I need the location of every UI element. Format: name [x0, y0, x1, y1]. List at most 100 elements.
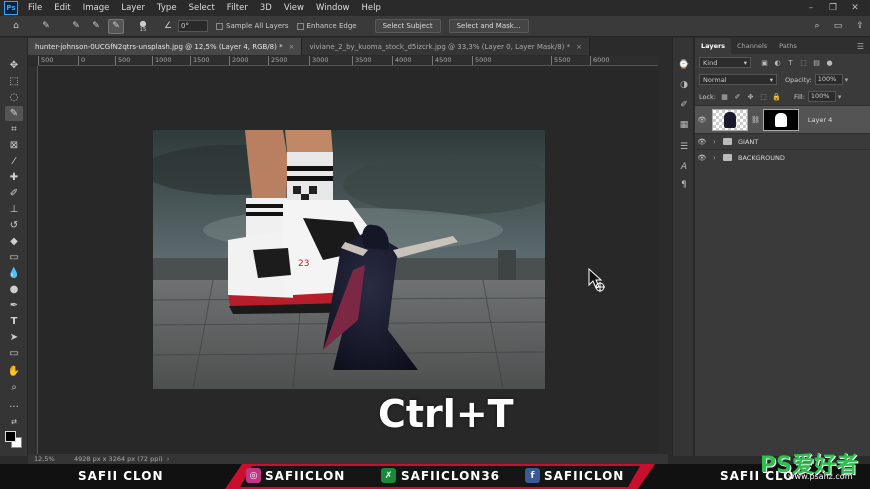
clone-stamp-tool-icon[interactable]: ⊥: [5, 202, 23, 217]
chevron-right-icon[interactable]: ›: [713, 154, 721, 162]
visibility-eye-icon[interactable]: 👁: [695, 116, 709, 124]
visibility-eye-icon[interactable]: 👁: [695, 154, 709, 162]
add-selection-icon[interactable]: ✎: [88, 19, 104, 34]
filter-type-icon[interactable]: T: [785, 57, 796, 68]
path-selection-tool-icon[interactable]: ➤: [5, 330, 23, 345]
gradient-tool-icon[interactable]: ▭: [5, 250, 23, 265]
eraser-tool-icon[interactable]: ◆: [5, 234, 23, 249]
menu-filter[interactable]: Filter: [221, 0, 254, 16]
layer-mask-thumbnail[interactable]: [762, 108, 799, 131]
minimize-icon[interactable]: –: [800, 0, 822, 16]
shape-tool-icon[interactable]: ▭: [5, 346, 23, 361]
lock-artboard-icon[interactable]: ⬚: [758, 91, 769, 102]
layer-row-giant[interactable]: 👁 › GIANT: [695, 133, 870, 149]
select-and-mask-button[interactable]: Select and Mask...: [448, 19, 529, 33]
filter-smart-object-icon[interactable]: ▤: [811, 57, 822, 68]
chevron-down-icon[interactable]: ▾: [838, 93, 842, 101]
tool-preset-icon[interactable]: ✎: [38, 19, 54, 34]
close-icon[interactable]: ✕: [844, 0, 866, 16]
opacity-field[interactable]: 100%: [814, 74, 843, 85]
brush-size-picker[interactable]: ● 15: [134, 19, 152, 34]
document-image[interactable]: 23: [153, 130, 545, 389]
move-tool-icon[interactable]: ✥: [5, 58, 23, 73]
filter-shape-icon[interactable]: ⬚: [798, 57, 809, 68]
status-arrow-icon[interactable]: ›: [167, 455, 170, 463]
zoom-level[interactable]: 12,5%: [34, 455, 68, 463]
blend-mode-select[interactable]: Normal ▾: [699, 74, 777, 85]
paragraph-icon[interactable]: ¶: [676, 178, 692, 192]
menu-view[interactable]: View: [278, 0, 310, 16]
layer-thumbnail[interactable]: [712, 108, 748, 131]
tab-layers[interactable]: Layers: [695, 38, 732, 54]
more-tools-icon[interactable]: ···: [5, 400, 23, 415]
lock-all-icon[interactable]: 🔒: [771, 91, 782, 102]
foreground-color-swatch[interactable]: [5, 431, 16, 442]
visibility-eye-icon[interactable]: 👁: [695, 138, 709, 146]
enhance-edge-checkbox[interactable]: Enhance Edge: [296, 22, 357, 30]
menu-select[interactable]: Select: [183, 0, 221, 16]
zoom-tool-icon[interactable]: ⌕: [5, 380, 23, 395]
canvas-area[interactable]: 23 Ctrl+T: [38, 66, 658, 454]
select-subject-button[interactable]: Select Subject: [374, 19, 441, 33]
eyedropper-tool-icon[interactable]: ⁄: [5, 154, 23, 169]
edit-toolbar-icon[interactable]: ⇄: [5, 414, 23, 429]
filter-toggle-icon[interactable]: ●: [824, 57, 835, 68]
menu-3d[interactable]: 3D: [254, 0, 278, 16]
menu-edit[interactable]: Edit: [48, 0, 76, 16]
new-selection-icon[interactable]: ✎: [68, 19, 84, 34]
frame-tool-icon[interactable]: ⊠: [5, 138, 23, 153]
menu-image[interactable]: Image: [77, 0, 116, 16]
search-icon[interactable]: ⌕: [809, 19, 825, 34]
mask-link-icon[interactable]: ⛓: [751, 116, 760, 124]
menu-file[interactable]: File: [22, 0, 48, 16]
layer-name[interactable]: GIANT: [738, 138, 758, 146]
panel-menu-icon[interactable]: ☰: [857, 42, 864, 51]
tab-paths[interactable]: Paths: [773, 38, 803, 54]
menu-layer[interactable]: Layer: [115, 0, 151, 16]
close-tab-icon[interactable]: ×: [289, 43, 295, 51]
crop-tool-icon[interactable]: ⌗: [5, 122, 23, 137]
adjustments-icon[interactable]: ◑: [676, 78, 692, 92]
fill-field[interactable]: 100%: [807, 91, 836, 102]
layer-name[interactable]: BACKGROUND: [738, 154, 785, 162]
layer-filter-kind[interactable]: Kind ▾: [699, 57, 751, 68]
tab-channels[interactable]: Channels: [731, 38, 773, 54]
filter-adjustment-icon[interactable]: ◐: [772, 57, 783, 68]
menu-window[interactable]: Window: [310, 0, 356, 16]
chevron-right-icon[interactable]: ›: [713, 138, 721, 146]
chevron-down-icon[interactable]: ▾: [845, 76, 849, 84]
tab-hunter-johnson[interactable]: hunter-johnson-0UCGfN2qtrs-unsplash.jpg …: [28, 38, 303, 55]
workspace-icon[interactable]: ▭: [830, 19, 846, 34]
layer-row-layer-4[interactable]: 👁 ⛓ Layer 4: [695, 105, 870, 133]
healing-brush-tool-icon[interactable]: ✚: [5, 170, 23, 185]
history-icon[interactable]: ⌚: [676, 58, 692, 72]
vertical-scrollbar[interactable]: [658, 56, 668, 454]
layer-row-background[interactable]: 👁 › BACKGROUND: [695, 149, 870, 165]
lock-position-icon[interactable]: ✥: [745, 91, 756, 102]
tab-viviane[interactable]: viviane_2_by_kuoma_stock_d5izcrk.jpg @ 3…: [302, 38, 590, 55]
lasso-tool-icon[interactable]: ◌: [5, 90, 23, 105]
menu-help[interactable]: Help: [356, 0, 387, 16]
subtract-selection-icon[interactable]: ✎: [108, 18, 124, 34]
lock-pixels-icon[interactable]: ✐: [732, 91, 743, 102]
brush-tool-icon[interactable]: ✐: [5, 186, 23, 201]
blur-tool-icon[interactable]: 💧: [5, 266, 23, 281]
dodge-tool-icon[interactable]: ●: [5, 282, 23, 297]
lock-transparent-icon[interactable]: ▦: [719, 91, 730, 102]
hand-tool-icon[interactable]: ✋: [5, 364, 23, 379]
swatches-icon[interactable]: ▦: [676, 118, 692, 132]
pen-tool-icon[interactable]: ✒: [5, 298, 23, 313]
share-icon[interactable]: ⇪: [852, 19, 868, 34]
brush-settings-icon[interactable]: ✐: [676, 98, 692, 112]
quick-selection-tool-icon[interactable]: ✎: [5, 106, 23, 121]
restore-icon[interactable]: ❐: [822, 0, 844, 16]
history-brush-tool-icon[interactable]: ↺: [5, 218, 23, 233]
character-icon[interactable]: A: [676, 160, 692, 174]
angle-field[interactable]: 0°: [178, 20, 208, 32]
filter-pixel-icon[interactable]: ▣: [759, 57, 770, 68]
menu-type[interactable]: Type: [151, 0, 183, 16]
properties-icon[interactable]: ☰: [676, 140, 692, 154]
layer-name[interactable]: Layer 4: [808, 116, 832, 124]
marquee-tool-icon[interactable]: ⬚: [5, 74, 23, 89]
type-tool-icon[interactable]: T: [5, 314, 23, 329]
